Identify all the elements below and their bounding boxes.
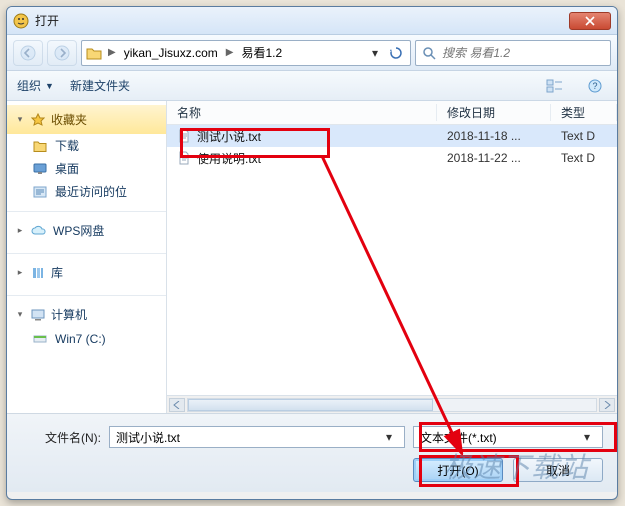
search-icon [422,46,436,60]
view-mode-button[interactable] [543,75,567,97]
drive-icon [33,333,47,345]
col-type[interactable]: 类型 [551,104,617,121]
open-button[interactable]: 打开(O) [413,458,503,482]
organize-menu[interactable]: 组织▼ [17,77,54,94]
path-box[interactable]: ▶ yikan_Jisuxz.com ▶ 易看1.2 ▾ [81,40,411,66]
path-segment-2[interactable]: 易看1.2 [239,44,284,61]
libraries-icon [31,266,45,280]
scroll-thumb[interactable] [188,399,433,411]
window-title: 打开 [35,12,569,29]
filename-input[interactable]: 测试小说.txt ▾ [109,426,405,448]
sidebar-item-win7[interactable]: Win7 (C:) [7,329,166,349]
desktop-icon [33,163,47,175]
file-row[interactable]: 测试小说.txt 2018-11-18 ... Text D [167,125,617,147]
scroll-left-button[interactable] [169,398,185,412]
sidebar-item-downloads[interactable]: 下载 [7,134,166,157]
horizontal-scrollbar[interactable] [167,395,617,413]
col-name[interactable]: 名称 [167,104,437,121]
scroll-track[interactable] [187,398,597,412]
toolbar: 组织▼ 新建文件夹 ? [7,71,617,101]
filename-dropdown[interactable]: ▾ [380,430,398,444]
column-headers: 名称 修改日期 类型 [167,101,617,125]
back-button[interactable] [13,40,43,66]
file-row[interactable]: 使用说明.txt 2018-11-22 ... Text D [167,147,617,169]
recent-icon [33,186,47,198]
sidebar-wps-header[interactable]: ▸ WPS网盘 [7,216,166,245]
chevron-right-icon: ▶ [108,47,116,58]
file-list: 名称 修改日期 类型 测试小说.txt 2018-11-18 ... Text … [167,101,617,413]
path-segment-1[interactable]: yikan_Jisuxz.com [122,46,220,60]
svg-text:?: ? [592,81,597,91]
text-file-icon [177,151,191,165]
col-date[interactable]: 修改日期 [437,104,551,121]
chevron-right-icon: ▸ [15,267,25,278]
close-button[interactable] [569,12,611,30]
address-bar: ▶ yikan_Jisuxz.com ▶ 易看1.2 ▾ [7,35,617,71]
folder-icon [86,46,102,60]
computer-icon [31,309,45,321]
chevron-down-icon: ▾ [15,309,25,320]
cancel-button[interactable]: 取消 [513,458,603,482]
filter-dropdown[interactable]: ▾ [578,430,596,444]
chevron-down-icon: ▾ [15,114,25,125]
chevron-right-icon: ▸ [15,225,25,236]
app-icon [13,13,29,29]
chevron-right-icon: ▶ [226,47,234,58]
open-file-dialog: 打开 ▶ yikan_Jisuxz.com ▶ 易看1.2 ▾ [6,6,618,500]
sidebar-computer-header[interactable]: ▾ 计算机 [7,300,166,329]
forward-button[interactable] [47,40,77,66]
search-box[interactable] [415,40,611,66]
sidebar-item-desktop[interactable]: 桌面 [7,157,166,180]
search-input[interactable] [442,46,604,60]
star-icon [31,113,45,127]
file-type-filter[interactable]: 文本文件(*.txt) ▾ [413,426,603,448]
scroll-right-button[interactable] [599,398,615,412]
sidebar-item-recent[interactable]: 最近访问的位 [7,180,166,203]
cloud-icon [31,225,47,237]
file-rows: 测试小说.txt 2018-11-18 ... Text D 使用说明.txt … [167,125,617,395]
folder-icon [33,140,47,152]
sidebar-libraries-header[interactable]: ▸ 库 [7,258,166,287]
filename-label: 文件名(N): [21,429,101,446]
sidebar-favorites-header[interactable]: ▾ 收藏夹 [7,105,166,134]
sidebar: ▾ 收藏夹 下载 桌面 最近访问的位 ▸ [7,101,167,413]
main-area: ▾ 收藏夹 下载 桌面 最近访问的位 ▸ [7,101,617,413]
new-folder-button[interactable]: 新建文件夹 [70,77,130,94]
footer: 文件名(N): 测试小说.txt ▾ 文本文件(*.txt) ▾ 打开(O) 取… [7,413,617,492]
refresh-button[interactable] [386,46,406,60]
titlebar: 打开 [7,7,617,35]
help-button[interactable]: ? [583,75,607,97]
path-dropdown[interactable]: ▾ [366,46,384,60]
text-file-icon [177,129,191,143]
